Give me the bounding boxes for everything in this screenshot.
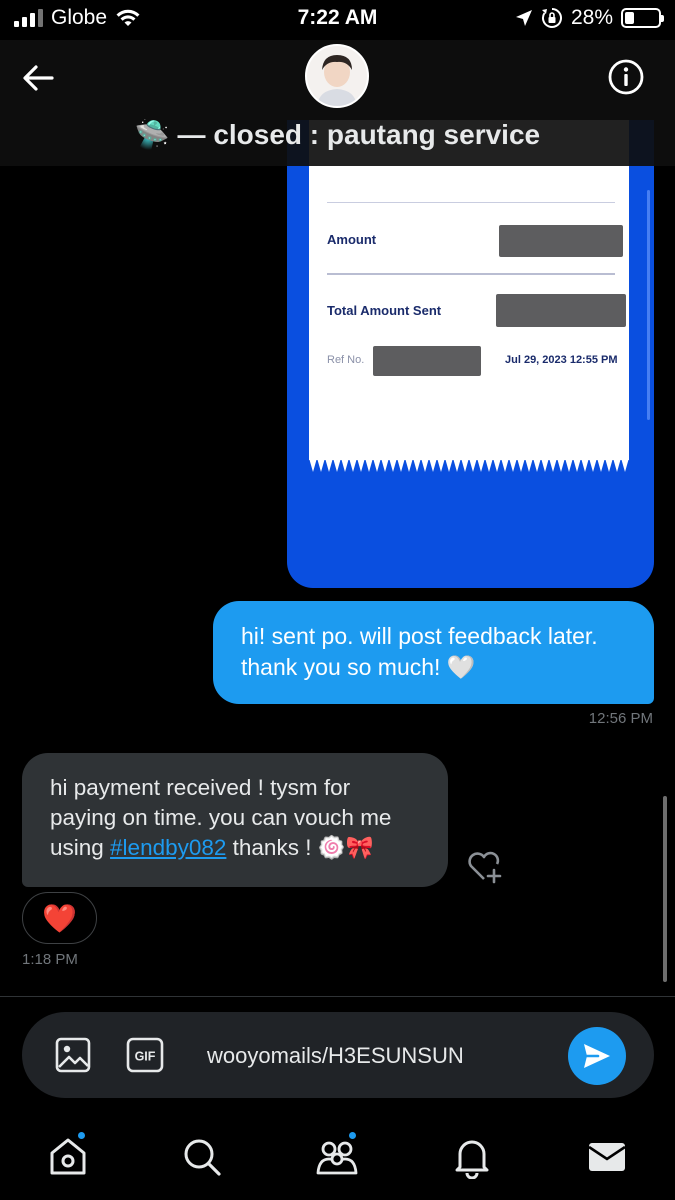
received-message-timestamp: 1:18 PM	[22, 951, 78, 968]
home-notification-dot	[76, 1130, 87, 1141]
sent-message-timestamp: 12:56 PM	[588, 710, 653, 727]
heart-reaction-pill[interactable]: ❤️	[22, 892, 97, 944]
message-composer: GIF	[22, 1012, 654, 1098]
conversation-header: 🛸 — closed : pautang service	[0, 40, 675, 166]
receipt-amount-label: Amount	[327, 232, 377, 247]
receipt-divider	[327, 202, 615, 203]
add-reaction-icon[interactable]	[464, 846, 504, 886]
tab-notifications[interactable]	[447, 1132, 497, 1182]
composer-divider	[0, 996, 675, 997]
send-button[interactable]	[568, 1027, 626, 1085]
send-icon	[584, 1044, 610, 1068]
receipt-divider	[327, 273, 615, 275]
sent-message-bubble[interactable]: hi! sent po. will post feedback later. t…	[213, 601, 654, 704]
receipt-scroll-indicator	[647, 190, 650, 420]
tab-messages[interactable]	[582, 1132, 632, 1182]
contact-avatar[interactable]	[305, 44, 369, 108]
tab-home[interactable]	[43, 1130, 93, 1182]
receipt-ref-label: Ref No.	[327, 354, 365, 366]
redacted-total	[496, 294, 626, 327]
location-arrow-icon	[515, 10, 532, 26]
receipt-total-label: Total Amount Sent	[327, 303, 442, 318]
heart-reaction-emoji: ❤️	[42, 902, 77, 934]
status-right: 28%	[515, 6, 664, 30]
battery-fill	[625, 12, 634, 24]
rotation-lock-icon	[541, 8, 562, 28]
received-message-line: paying on time. you can vouch me	[50, 805, 392, 830]
search-icon	[184, 1139, 221, 1176]
image-icon[interactable]	[54, 1036, 92, 1074]
received-message-line: hi payment received ! tysm for	[50, 775, 351, 800]
communities-icon	[316, 1141, 358, 1175]
battery-icon	[621, 8, 664, 28]
sent-message-line: thank you so much! 🤍	[241, 654, 476, 680]
info-icon[interactable]	[607, 58, 645, 96]
received-message-bubble[interactable]: hi payment received ! tysm for paying on…	[22, 753, 448, 887]
sent-message-line: hi! sent po. will post feedback later.	[241, 623, 598, 649]
receipt-date: Jul 29, 2023 12:55 PM	[505, 354, 618, 366]
received-text-fragment: using	[50, 835, 111, 860]
receipt-paper: Amount Total Amount Sent Ref No. Jul 29,…	[309, 120, 629, 460]
message-input[interactable]	[207, 1040, 557, 1072]
receipt-zigzag-edge	[309, 450, 629, 472]
tab-search[interactable]	[177, 1132, 227, 1182]
communities-notification-dot	[347, 1130, 358, 1141]
hashtag-link[interactable]: #lendby082	[110, 835, 226, 860]
redacted-amount	[499, 225, 623, 257]
bottom-tab-bar	[0, 1110, 675, 1200]
received-message-line: using #lendby082 thanks ! 🍥🎀	[50, 833, 420, 863]
messages-icon	[588, 1143, 626, 1171]
notifications-icon	[455, 1140, 489, 1179]
redacted-ref-number	[373, 346, 481, 376]
avatar-portrait	[307, 46, 367, 106]
back-arrow-icon[interactable]	[18, 58, 58, 98]
gif-icon[interactable]: GIF	[126, 1037, 164, 1073]
status-bar: Globe 7:22 AM 28%	[0, 0, 675, 40]
chat-scrollbar[interactable]	[663, 796, 667, 982]
gif-label: GIF	[135, 1050, 156, 1064]
conversation-title: 🛸 — closed : pautang service	[134, 119, 541, 150]
home-icon	[50, 1138, 86, 1175]
receipt-image-bubble[interactable]: Amount Total Amount Sent Ref No. Jul 29,…	[287, 120, 654, 588]
tab-communities[interactable]	[312, 1130, 362, 1182]
received-text-fragment: thanks ! 🍥🎀	[226, 835, 374, 860]
battery-percent: 28%	[570, 6, 613, 29]
